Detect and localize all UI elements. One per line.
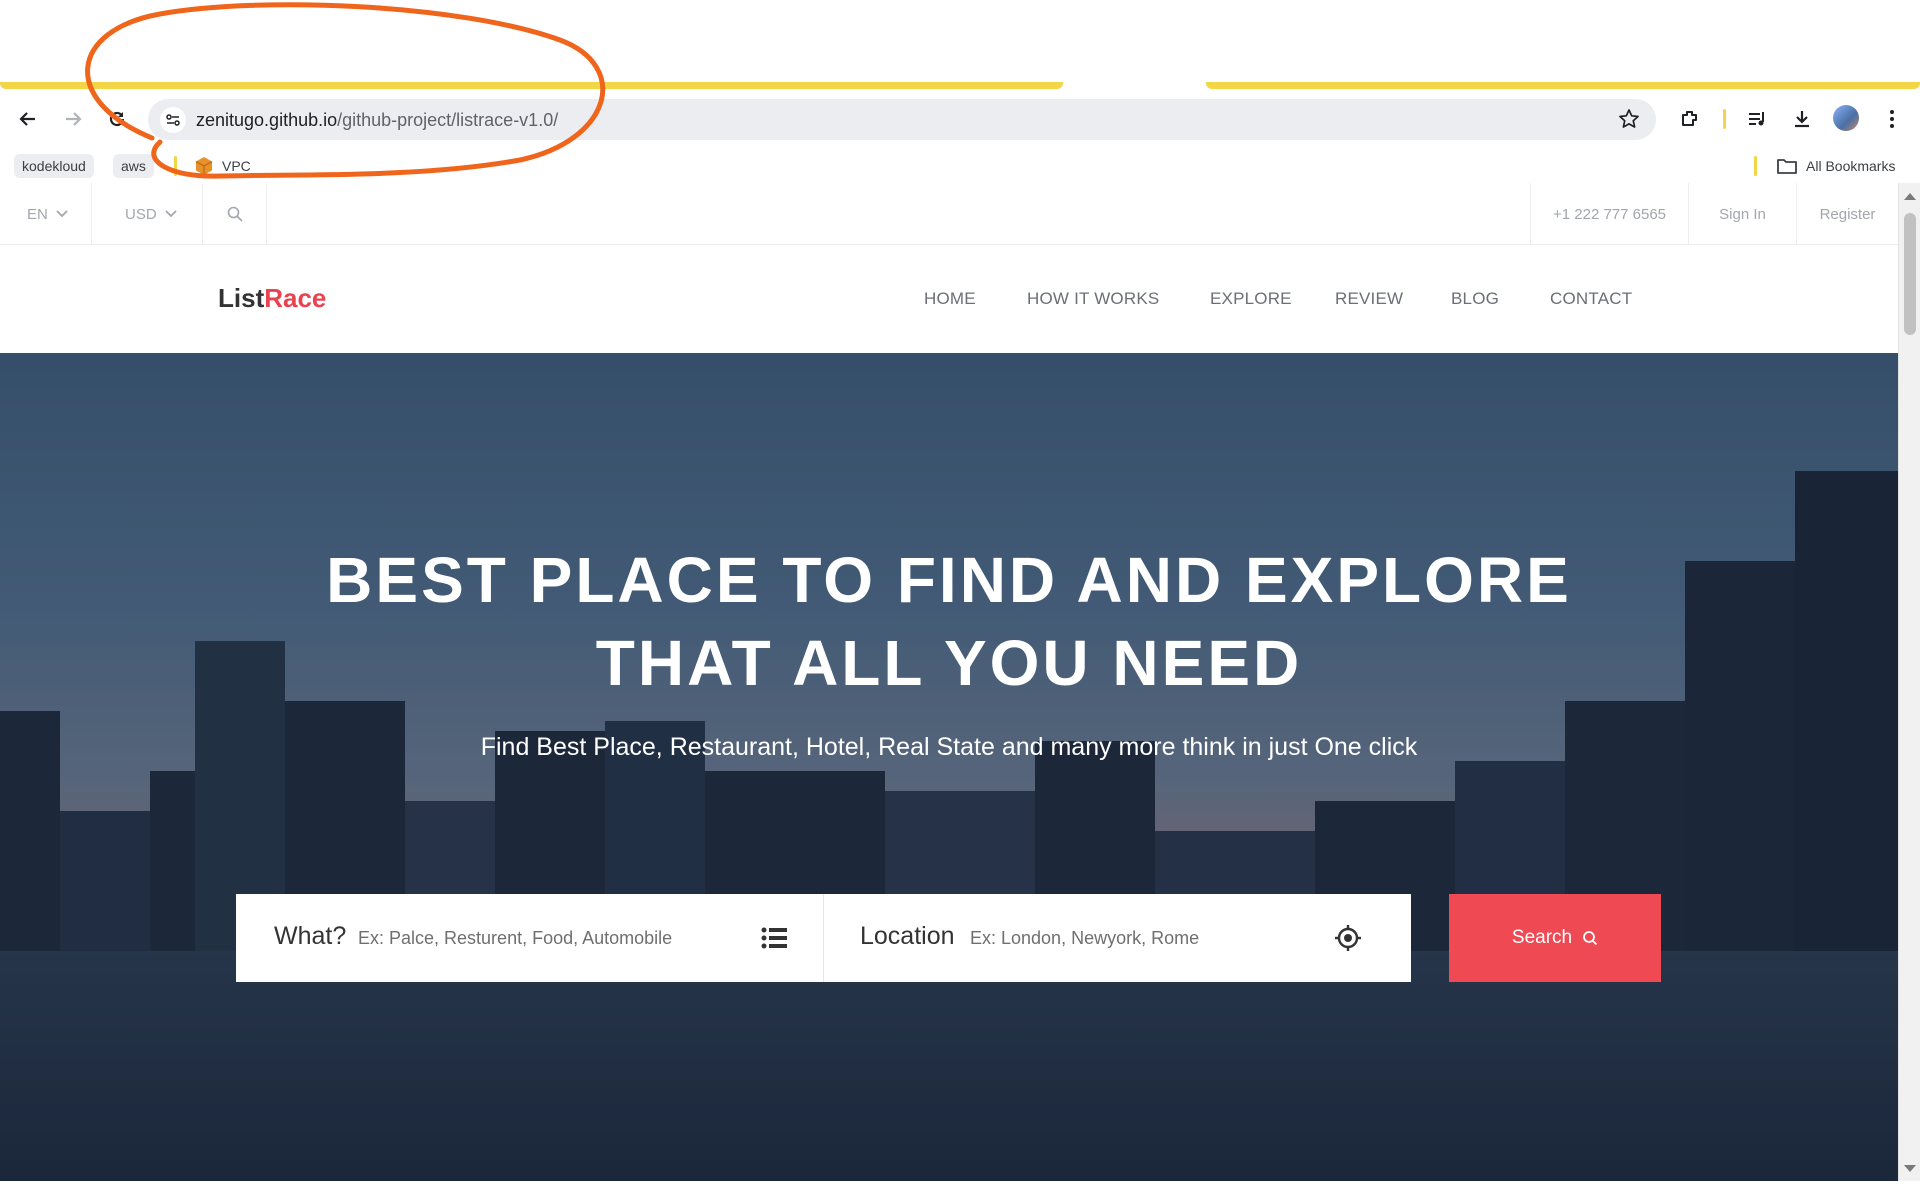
search-button-label: Search bbox=[1511, 927, 1573, 948]
register-label: Register bbox=[1819, 205, 1876, 223]
sign-in-label: Sign In bbox=[1719, 205, 1766, 223]
scroll-down-arrow-icon[interactable] bbox=[1904, 1165, 1916, 1172]
all-bookmarks-label: All Bookmarks bbox=[1806, 158, 1896, 174]
reload-icon bbox=[109, 111, 125, 127]
nav-contact[interactable]: CONTACT bbox=[1550, 289, 1632, 309]
bookmark-vpc[interactable]: VPC bbox=[194, 154, 251, 178]
title-strip bbox=[0, 0, 1920, 82]
bookmark-kodekloud[interactable]: kodekloud bbox=[14, 154, 94, 178]
hero-overlay bbox=[0, 353, 1898, 1181]
site-info-icon[interactable] bbox=[160, 107, 186, 133]
language-selector[interactable]: EN bbox=[0, 183, 92, 245]
search-button[interactable]: Search bbox=[1449, 894, 1661, 982]
main-navigation: ListRace HOME HOW IT WORKS EXPLORE REVIE… bbox=[0, 245, 1898, 353]
reload-button[interactable] bbox=[101, 103, 133, 135]
logo-list: List bbox=[218, 283, 265, 313]
nav-review[interactable]: REVIEW bbox=[1335, 289, 1403, 309]
chevron-down-icon bbox=[56, 210, 68, 218]
url-text[interactable]: zenitugo.github.io/github-project/listra… bbox=[196, 110, 558, 131]
profile-avatar[interactable] bbox=[1833, 105, 1859, 131]
browser-toolbar: zenitugo.github.io/github-project/listra… bbox=[0, 89, 1920, 149]
location-input[interactable] bbox=[970, 922, 1330, 954]
crosshair-icon[interactable] bbox=[1332, 920, 1364, 956]
back-button[interactable] bbox=[12, 103, 44, 135]
register-link[interactable]: Register bbox=[1796, 183, 1898, 245]
currency-selector[interactable]: USD bbox=[92, 183, 203, 245]
search-icon bbox=[1583, 931, 1598, 946]
toolbar-separator bbox=[1723, 109, 1726, 129]
bookmarks-bar: kodekloud aws VPC All Bookmarks bbox=[0, 149, 1920, 183]
browser-window: zenitugo.github.io/github-project/listra… bbox=[0, 0, 1920, 1184]
bookmark-vpc-label: VPC bbox=[222, 158, 251, 174]
extensions-icon[interactable] bbox=[1674, 103, 1706, 135]
download-icon[interactable] bbox=[1786, 103, 1818, 135]
webpage: EN USD +1 222 777 6565 Sign In Register … bbox=[0, 183, 1898, 1181]
hero-section: BEST PLACE TO FIND AND EXPLORE THAT ALL … bbox=[0, 353, 1898, 1181]
currency-value: USD bbox=[125, 205, 157, 223]
phone-number: +1 222 777 6565 bbox=[1552, 205, 1667, 223]
logo-race: Race bbox=[264, 283, 327, 313]
site-topbar: EN USD +1 222 777 6565 Sign In Register bbox=[0, 183, 1898, 245]
tab-strip-left bbox=[0, 82, 1063, 89]
search-divider bbox=[823, 894, 824, 982]
url-path: /github-project/listrace-v1.0/ bbox=[337, 110, 559, 130]
all-bookmarks[interactable]: All Bookmarks bbox=[1776, 154, 1895, 178]
forward-arrow-icon bbox=[66, 112, 82, 126]
search-box: What? Location bbox=[236, 894, 1411, 982]
what-label: What? bbox=[274, 922, 347, 950]
address-bar[interactable]: zenitugo.github.io/github-project/listra… bbox=[148, 99, 1656, 140]
list-icon[interactable] bbox=[758, 920, 790, 956]
back-arrow-icon bbox=[19, 112, 35, 126]
hero-title-line-1: BEST PLACE TO FIND AND EXPLORE bbox=[326, 544, 1572, 616]
site-logo[interactable]: ListRace bbox=[218, 283, 326, 314]
search-icon bbox=[227, 206, 243, 222]
chevron-down-icon bbox=[165, 210, 177, 218]
nav-how-it-works[interactable]: HOW IT WORKS bbox=[1027, 289, 1159, 309]
language-value: EN bbox=[27, 205, 48, 223]
bookmark-aws[interactable]: aws bbox=[113, 154, 154, 178]
scroll-up-arrow-icon[interactable] bbox=[1904, 193, 1916, 200]
location-label: Location bbox=[860, 922, 955, 950]
page-scrollbar[interactable] bbox=[1898, 183, 1920, 1181]
nav-explore[interactable]: EXPLORE bbox=[1210, 289, 1292, 309]
bookmark-star-icon[interactable] bbox=[1618, 108, 1640, 135]
what-input[interactable] bbox=[358, 922, 758, 954]
nav-home[interactable]: HOME bbox=[924, 289, 976, 309]
hero-title-line-2: THAT ALL YOU NEED bbox=[595, 627, 1303, 699]
scroll-thumb[interactable] bbox=[1904, 213, 1916, 335]
forward-button[interactable] bbox=[57, 103, 89, 135]
media-controls-icon[interactable] bbox=[1741, 103, 1773, 135]
folder-icon bbox=[1777, 159, 1797, 174]
bookmark-separator bbox=[174, 156, 177, 176]
hero-subtitle: Find Best Place, Restaurant, Hotel, Real… bbox=[480, 733, 1418, 761]
bookmark-separator bbox=[1754, 156, 1757, 176]
sign-in-link[interactable]: Sign In bbox=[1688, 183, 1796, 245]
topbar-search[interactable] bbox=[203, 183, 267, 245]
tab-strip-right bbox=[1206, 82, 1920, 89]
url-host: zenitugo.github.io bbox=[196, 110, 338, 130]
topbar-phone: +1 222 777 6565 bbox=[1530, 183, 1688, 245]
cube-icon bbox=[195, 157, 213, 175]
nav-blog[interactable]: BLOG bbox=[1451, 289, 1499, 309]
menu-kebab-icon[interactable] bbox=[1876, 103, 1908, 135]
